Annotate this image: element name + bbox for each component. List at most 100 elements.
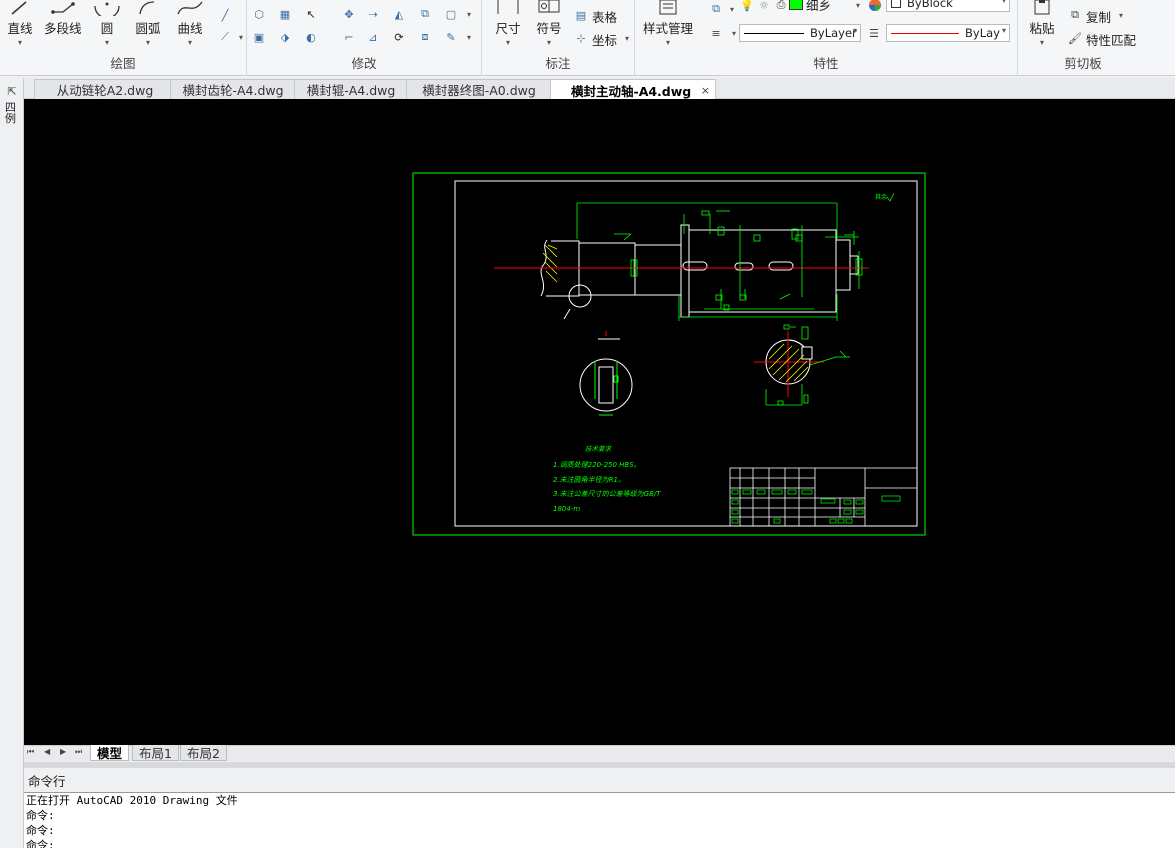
- last-layout-icon[interactable]: ⏭: [75, 747, 82, 757]
- dropdown-arrow-icon[interactable]: ▾: [1112, 6, 1130, 24]
- dimension-button[interactable]: 尺寸 ▾: [494, 0, 522, 47]
- arc-button[interactable]: 圆弧 ▾: [134, 0, 162, 47]
- tab-file-2[interactable]: 横封齿轮-A4.dwg: [170, 79, 296, 99]
- match-properties-icon[interactable]: 🖌: [1066, 29, 1084, 47]
- symbol-icon: [538, 0, 560, 13]
- prev-layout-icon[interactable]: ◀: [44, 747, 50, 756]
- drawing-canvas[interactable]: 其余 技术要求 1.调质处理220-250 HBS。 2.未注圆角半径为R1。 …: [24, 99, 1175, 745]
- trim-icon[interactable]: ⊿: [364, 28, 382, 46]
- coordinate-label[interactable]: 坐标: [592, 30, 617, 49]
- mirror-icon[interactable]: ◭: [390, 5, 408, 23]
- stretch-icon[interactable]: ⇢: [364, 5, 382, 23]
- chevron-down-icon: ▾: [145, 38, 150, 47]
- tab-model[interactable]: 模型: [90, 745, 130, 761]
- region-icon[interactable]: ▣: [250, 28, 268, 46]
- line-button[interactable]: 直线 ▾: [6, 0, 34, 47]
- next-layout-icon[interactable]: ▶: [60, 747, 66, 756]
- first-layout-icon[interactable]: ⏮: [27, 747, 34, 757]
- tab-file-1[interactable]: 从动链轮A2.dwg: [34, 79, 176, 99]
- arc-icon: [139, 1, 155, 15]
- command-line: 正在打开 AutoCAD 2010 Drawing 文件: [26, 794, 238, 807]
- style-manager-icon: [659, 0, 677, 15]
- pin-icon[interactable]: ⇱: [3, 82, 21, 100]
- paste-button[interactable]: 粘贴 ▾: [1028, 0, 1056, 47]
- polygon-icon[interactable]: ⬡: [250, 5, 268, 23]
- tab-layout1[interactable]: 布局1: [132, 745, 179, 761]
- annotate-panel: 尺寸 ▾ 符号 ▾ ▤ 表格 ⊹ 坐标 ▾ 标注: [482, 0, 635, 76]
- properties-panel: 样式管理 ▾ ⧉ ▾ 💡 ☼ ⎙ 细乡 ▾ ByBlock ▾ ≡ ▾ ByLa…: [635, 0, 1018, 76]
- color-swatch[interactable]: [789, 0, 803, 10]
- section-view-b: [754, 324, 850, 406]
- circle-button[interactable]: 圆 ▾: [93, 0, 121, 47]
- rotate-icon[interactable]: ⟳: [390, 28, 408, 46]
- chevron-down-icon: ▾: [1001, 26, 1006, 35]
- gradient-icon[interactable]: ⬗: [276, 28, 294, 46]
- spline-button[interactable]: 曲线 ▾: [176, 0, 204, 47]
- style-manager-button[interactable]: 样式管理 ▾: [643, 0, 693, 47]
- circle-icon: [94, 2, 120, 16]
- sidebar-label[interactable]: 四例: [5, 102, 19, 124]
- chevron-down-icon: ▾: [546, 38, 551, 47]
- chevron-down-icon: ▾: [1001, 0, 1006, 5]
- command-line: 命令:: [26, 809, 55, 822]
- properties-panel-title: 特性: [813, 56, 839, 71]
- offset-icon[interactable]: ▢: [442, 5, 460, 23]
- copy-object-icon[interactable]: ⧈: [416, 28, 434, 46]
- command-line: 命令:: [26, 839, 55, 848]
- command-title: 命令行: [24, 768, 1175, 792]
- pointer-icon[interactable]: ↖: [302, 5, 320, 23]
- byblock-swatch: [891, 0, 901, 8]
- fillet-icon[interactable]: ⌐: [340, 28, 358, 46]
- coordinate-icon[interactable]: ⊹: [572, 29, 590, 47]
- spline-icon: [177, 1, 203, 15]
- scale-icon[interactable]: ⧉: [416, 5, 434, 23]
- dropdown-arrow-icon[interactable]: ▾: [460, 5, 478, 23]
- title-block: [729, 467, 918, 527]
- clipboard-panel: 粘贴 ▾ ⧉ 复制 ▾ 🖌 特性匹配 剪切板: [1018, 0, 1148, 76]
- dropdown-arrow-icon[interactable]: ▾: [460, 28, 478, 46]
- chevron-down-icon: ▾: [1039, 38, 1044, 47]
- linecolor-select[interactable]: ByLay ▾: [886, 24, 1010, 42]
- side-toolbar: ⇱ 四例: [0, 78, 24, 848]
- copy-icon[interactable]: ⧉: [1066, 6, 1084, 24]
- table-label[interactable]: 表格: [592, 7, 617, 26]
- sheet-inner-border: [454, 180, 918, 527]
- modify-panel-title: 修改: [351, 56, 377, 71]
- note-line-4: 1804-m: [553, 505, 580, 513]
- edit-icon[interactable]: ✎: [442, 28, 460, 46]
- sun-icon[interactable]: ☼: [755, 0, 773, 14]
- match-properties-label[interactable]: 特性匹配: [1086, 30, 1136, 49]
- tab-file-4[interactable]: 横封器终图-A0.dwg: [406, 79, 552, 99]
- linetype-select[interactable]: ByLayer ▾: [739, 24, 861, 42]
- table-icon[interactable]: ▤: [572, 6, 590, 24]
- construction-line-icon[interactable]: ╱: [216, 6, 234, 24]
- hatch-icon[interactable]: ◐: [302, 28, 320, 46]
- copy-label[interactable]: 复制: [1086, 7, 1111, 26]
- file-tab-bar: 从动链轮A2.dwg 横封齿轮-A4.dwg 横封辊-A4.dwg 横封器终图-…: [24, 78, 1175, 100]
- dropdown-arrow-icon[interactable]: ▾: [618, 29, 636, 47]
- tab-file-3[interactable]: 横封辊-A4.dwg: [294, 79, 408, 99]
- ribbon: 直线 ▾ 多段线 圆 ▾ 圆弧 ▾ 曲线 ▾ ╱ ⟋ ▾ 绘图 ⬡ ▦ ↖ ▣ …: [0, 0, 1175, 76]
- dropdown-arrow-icon[interactable]: ▾: [849, 0, 867, 14]
- align-icon[interactable]: ≡: [707, 24, 725, 42]
- drawing-sheet[interactable]: 其余 技术要求 1.调质处理220-250 HBS。 2.未注圆角半径为R1。 …: [24, 99, 1175, 745]
- color-wheel-icon[interactable]: [866, 0, 884, 14]
- polyline-button[interactable]: 多段线: [44, 0, 82, 37]
- annotate-panel-title: 标注: [545, 56, 571, 71]
- tab-file-5[interactable]: 横封主动轴-A4.dwg ×: [550, 79, 716, 100]
- printer-icon[interactable]: ⎙: [772, 0, 790, 14]
- rectangle-array-icon[interactable]: ▦: [276, 5, 294, 23]
- symbol-button[interactable]: 符号 ▾: [535, 0, 563, 47]
- lineweight-value[interactable]: 细乡: [806, 0, 831, 14]
- paste-icon: [1034, 0, 1050, 15]
- chevron-down-icon: ▾: [187, 38, 192, 47]
- lineweight-icon[interactable]: ☰: [865, 24, 883, 42]
- close-icon[interactable]: ×: [701, 84, 710, 97]
- command-history[interactable]: 正在打开 AutoCAD 2010 Drawing 文件 命令: 命令: 命令:: [24, 792, 1175, 848]
- byblock-select[interactable]: ByBlock ▾: [886, 0, 1010, 12]
- lightbulb-icon[interactable]: 💡: [738, 0, 756, 14]
- tab-layout2[interactable]: 布局2: [180, 745, 227, 761]
- note-line-2: 2.未注圆角半径为R1。: [553, 476, 625, 484]
- move-icon[interactable]: ✥: [340, 5, 358, 23]
- chevron-down-icon: ▾: [104, 38, 109, 47]
